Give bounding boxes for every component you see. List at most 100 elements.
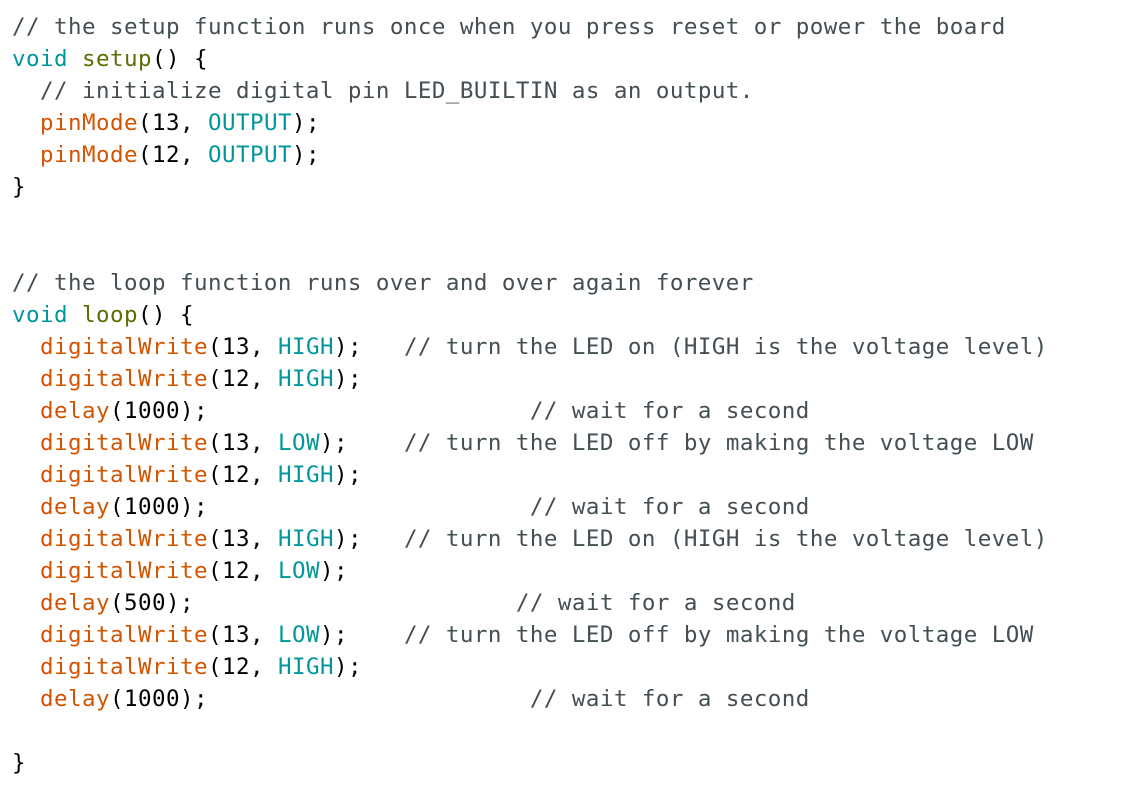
code-constant: HIGH: [277, 462, 334, 488]
code-text: (1000);: [109, 686, 530, 712]
code-constant: LOW: [277, 558, 320, 584]
code-text: (500);: [109, 590, 516, 616]
code-comment: // wait for a second: [529, 398, 810, 424]
code-text: (13,: [207, 622, 278, 648]
code-line: delay(1000); // wait for a second: [12, 491, 1128, 523]
code-text: (13,: [207, 526, 278, 552]
code-function-name: setup: [82, 46, 152, 72]
code-text: (12,: [137, 142, 208, 168]
code-constant: OUTPUT: [207, 110, 292, 136]
code-text: );: [333, 462, 362, 488]
code-comment: // turn the LED off by making the voltag…: [403, 430, 1034, 456]
code-line: pinMode(13, OUTPUT);: [12, 107, 1128, 139]
code-text: );: [291, 110, 320, 136]
code-text: }: [12, 174, 26, 200]
code-line: void loop() {: [12, 299, 1128, 331]
code-line: digitalWrite(12, LOW);: [12, 555, 1128, 587]
code-line: delay(1000); // wait for a second: [12, 395, 1128, 427]
code-editor[interactable]: // the setup function runs once when you…: [12, 11, 1128, 779]
code-line: // the loop function runs over and over …: [12, 267, 1128, 299]
code-function-call: pinMode: [40, 142, 138, 168]
code-text: );: [319, 558, 348, 584]
code-line: // the setup function runs once when you…: [12, 11, 1128, 43]
code-keyword: void: [12, 46, 68, 72]
code-function-call: digitalWrite: [40, 462, 208, 488]
code-text: );: [291, 142, 320, 168]
code-line: digitalWrite(13, HIGH); // turn the LED …: [12, 523, 1128, 555]
code-text: );: [333, 526, 404, 552]
code-constant: HIGH: [277, 366, 334, 392]
code-comment: // wait for a second: [515, 590, 796, 616]
code-text: );: [333, 654, 362, 680]
code-line: digitalWrite(12, HIGH);: [12, 651, 1128, 683]
code-function-call: digitalWrite: [40, 430, 208, 456]
code-text: (12,: [207, 462, 278, 488]
code-line: }: [12, 747, 1128, 779]
code-text: () {: [138, 302, 194, 328]
code-line: digitalWrite(13, LOW); // turn the LED o…: [12, 427, 1128, 459]
code-line: delay(500); // wait for a second: [12, 587, 1128, 619]
code-comment: // turn the LED off by making the voltag…: [403, 622, 1034, 648]
code-line: pinMode(12, OUTPUT);: [12, 139, 1128, 171]
code-function-call: delay: [40, 494, 110, 520]
code-function-call: pinMode: [40, 110, 138, 136]
code-function-call: digitalWrite: [40, 366, 208, 392]
code-constant: HIGH: [277, 526, 334, 552]
code-function-call: digitalWrite: [40, 526, 208, 552]
code-text: (1000);: [109, 398, 530, 424]
code-text: (12,: [207, 654, 278, 680]
code-comment: // the loop function runs over and over …: [12, 270, 754, 296]
code-function-call: delay: [40, 398, 110, 424]
code-function-call: digitalWrite: [40, 334, 208, 360]
code-constant: OUTPUT: [207, 142, 292, 168]
code-function-name: loop: [82, 302, 138, 328]
code-constant: LOW: [277, 622, 320, 648]
code-keyword: void: [12, 302, 68, 328]
code-line: digitalWrite(13, LOW); // turn the LED o…: [12, 619, 1128, 651]
code-text: (1000);: [109, 494, 530, 520]
code-comment: // wait for a second: [529, 494, 810, 520]
code-text: (13,: [207, 334, 278, 360]
code-line: digitalWrite(13, HIGH); // turn the LED …: [12, 331, 1128, 363]
code-function-call: digitalWrite: [40, 622, 208, 648]
code-text: );: [319, 622, 404, 648]
code-text: (13,: [207, 430, 278, 456]
code-function-call: digitalWrite: [40, 654, 208, 680]
code-function-call: delay: [40, 686, 110, 712]
code-text: (12,: [207, 366, 278, 392]
code-line: // initialize digital pin LED_BUILTIN as…: [12, 75, 1128, 107]
code-text: );: [333, 334, 404, 360]
code-line: delay(1000); // wait for a second: [12, 683, 1128, 715]
code-constant: HIGH: [277, 654, 334, 680]
code-line: digitalWrite(12, HIGH);: [12, 459, 1128, 491]
code-text: );: [333, 366, 362, 392]
code-constant: LOW: [277, 430, 320, 456]
code-text: );: [319, 430, 404, 456]
code-comment: // wait for a second: [529, 686, 810, 712]
code-text: (13,: [137, 110, 208, 136]
code-line: void setup() {: [12, 43, 1128, 75]
code-comment: // turn the LED on (HIGH is the voltage …: [403, 334, 1048, 360]
code-function-call: digitalWrite: [40, 558, 208, 584]
code-line: digitalWrite(12, HIGH);: [12, 363, 1128, 395]
code-function-call: delay: [40, 590, 110, 616]
code-text: }: [12, 750, 26, 776]
code-line: }: [12, 171, 1128, 203]
